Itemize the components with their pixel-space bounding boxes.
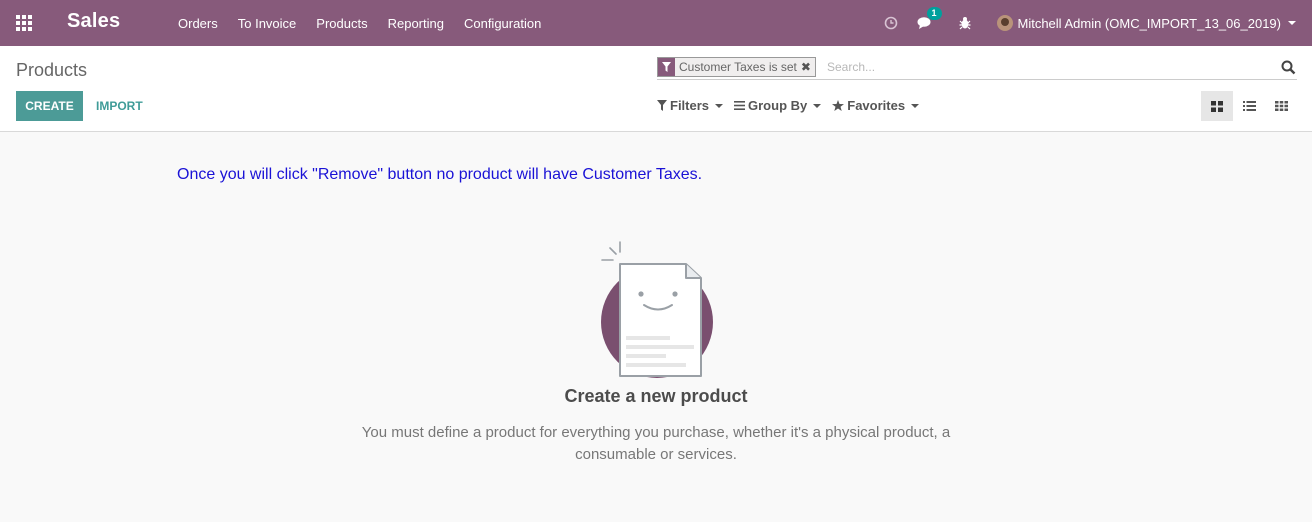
breadcrumb: Products: [16, 60, 88, 80]
favorites-label: Favorites: [847, 98, 906, 113]
group-by-dropdown[interactable]: Group By: [734, 98, 822, 113]
filter-icon: [657, 100, 667, 111]
user-menu[interactable]: Mitchell Admin (OMC_IMPORT_13_06_2019): [996, 15, 1296, 31]
grid-icon: [1274, 101, 1288, 111]
list-view-button[interactable]: [1233, 91, 1265, 121]
grid-view-button[interactable]: [1265, 91, 1297, 121]
help-title: Create a new product: [564, 386, 748, 406]
import-button[interactable]: IMPORT: [88, 91, 151, 121]
chevron-down-icon: [813, 103, 822, 108]
main-menu: Orders To Invoice Products Reporting Con…: [168, 0, 551, 46]
search-view: Customer Taxes is set ✖: [657, 56, 1297, 80]
search-icon[interactable]: [1281, 60, 1297, 76]
group-by-label: Group By: [748, 98, 808, 113]
main-content: Once you will click "Remove" button no p…: [0, 132, 1312, 522]
control-panel: Products CREATE IMPORT Customer Taxes is…: [0, 46, 1312, 132]
list-icon: [1242, 101, 1256, 111]
chevron-down-icon: [911, 103, 920, 108]
create-button[interactable]: CREATE: [16, 91, 83, 121]
top-navbar: Sales Orders To Invoice Products Reporti…: [0, 0, 1312, 46]
messaging-menu[interactable]: 1: [915, 7, 942, 33]
clock-icon[interactable]: [881, 13, 901, 33]
systray: 1 Mitchell Admin (OMC_IMPORT_13_06_2019): [873, 0, 1312, 46]
favorites-dropdown[interactable]: Favorites: [832, 98, 920, 113]
menu-item-orders[interactable]: Orders: [168, 16, 228, 31]
app-brand[interactable]: Sales: [67, 10, 120, 33]
warning-message: Once you will click "Remove" button no p…: [177, 166, 703, 183]
apps-menu-icon[interactable]: [16, 15, 34, 31]
filters-dropdown[interactable]: Filters: [657, 98, 724, 113]
bars-icon: [734, 101, 746, 110]
star-icon: [832, 100, 845, 111]
facet-remove-icon[interactable]: ✖: [801, 60, 815, 74]
bug-icon[interactable]: [955, 13, 975, 33]
help-description: You must define a product for everything…: [361, 424, 951, 463]
kanban-view-button[interactable]: [1201, 91, 1233, 121]
view-switcher: [1201, 91, 1297, 121]
menu-item-configuration[interactable]: Configuration: [454, 16, 551, 31]
menu-item-reporting[interactable]: Reporting: [378, 16, 454, 31]
empty-document-icon: [601, 241, 713, 378]
chevron-down-icon: [715, 103, 724, 108]
user-name: Mitchell Admin (OMC_IMPORT_13_06_2019): [1017, 15, 1282, 31]
messages-badge: 1: [926, 7, 942, 20]
kanban-icon: [1211, 100, 1223, 112]
search-options: Filters Group By Favorites: [657, 98, 930, 113]
chevron-down-icon: [1288, 21, 1296, 25]
avatar: [996, 15, 1013, 31]
search-facet: Customer Taxes is set ✖: [657, 57, 816, 77]
search-input[interactable]: [827, 58, 1267, 76]
filters-label: Filters: [670, 98, 710, 113]
menu-item-to-invoice[interactable]: To Invoice: [228, 16, 307, 31]
facet-label: Customer Taxes is set: [679, 60, 797, 74]
filter-icon: [658, 58, 675, 76]
menu-item-products[interactable]: Products: [306, 16, 377, 31]
